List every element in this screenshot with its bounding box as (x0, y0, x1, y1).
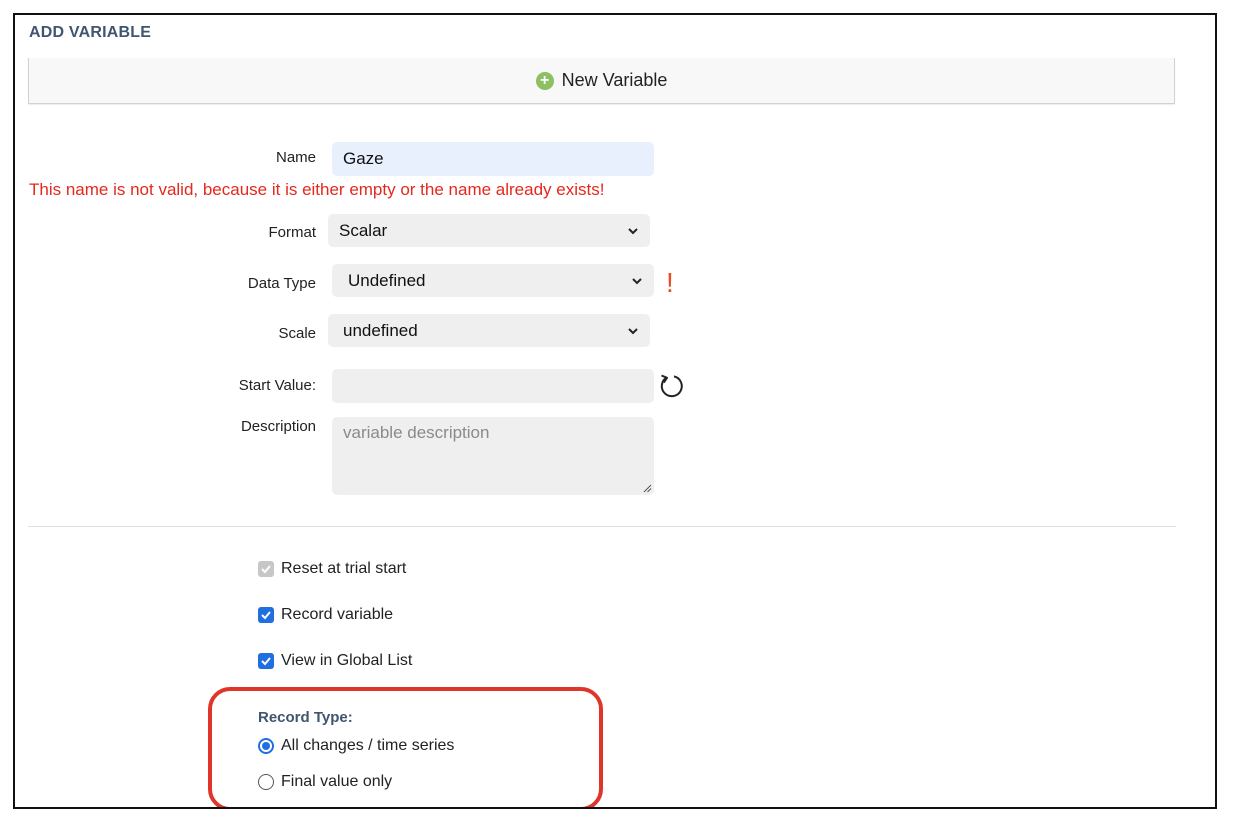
radio-selected-icon[interactable] (258, 738, 274, 754)
reset-at-trial-start-label: Reset at trial start (281, 560, 407, 577)
format-label: Format (268, 224, 316, 241)
description-textarea[interactable]: variable description (332, 417, 654, 495)
data-type-value: Undefined (348, 270, 426, 290)
warning-icon: ! (666, 267, 674, 298)
checkbox-checked-icon[interactable] (258, 653, 274, 669)
plus-circle-icon: + (535, 71, 554, 90)
record-type-option-final-value[interactable]: Final value only (258, 773, 392, 791)
record-type-title: Record Type: (258, 709, 353, 726)
description-label: Description (240, 418, 316, 435)
view-in-global-list-option[interactable]: View in Global List (258, 652, 412, 670)
resize-handle-icon[interactable] (643, 484, 652, 493)
record-type-option-time-series[interactable]: All changes / time series (258, 737, 454, 755)
chevron-down-icon (632, 277, 642, 284)
data-type-label: Data Type (247, 275, 316, 292)
scale-select[interactable]: undefined (328, 314, 650, 347)
description-placeholder: variable description (343, 423, 490, 442)
name-input[interactable]: Gaze (332, 142, 654, 176)
format-value: Scalar (339, 220, 388, 240)
record-type-option-label: Final value only (281, 773, 393, 790)
start-value-label: Start Value: (238, 377, 316, 394)
checkbox-checked-disabled-icon (258, 561, 274, 577)
scale-label: Scale (278, 325, 316, 342)
view-in-global-list-label: View in Global List (281, 652, 413, 669)
record-type-option-label: All changes / time series (281, 737, 455, 754)
scale-value: undefined (343, 320, 418, 340)
new-variable-button[interactable]: + New Variable (28, 58, 1175, 104)
radio-unselected-icon[interactable] (258, 774, 274, 790)
add-variable-panel: ADD VARIABLE + New Variable Name Gaze Th… (13, 13, 1217, 809)
name-label: Name (275, 149, 316, 166)
checkbox-checked-icon[interactable] (258, 607, 274, 623)
name-error-message: This name is not valid, because it is ei… (29, 180, 605, 199)
reset-at-trial-start-option: Reset at trial start (258, 560, 406, 578)
record-variable-option[interactable]: Record variable (258, 606, 393, 624)
data-type-select[interactable]: Undefined (332, 264, 654, 297)
section-title: ADD VARIABLE (29, 24, 152, 41)
divider (28, 526, 1176, 527)
refresh-icon[interactable] (657, 372, 685, 400)
record-variable-label: Record variable (281, 606, 394, 623)
format-select[interactable]: Scalar (328, 214, 650, 247)
start-value-input[interactable] (332, 369, 654, 403)
chevron-down-icon (628, 327, 638, 334)
chevron-down-icon (628, 227, 638, 234)
new-variable-label: New Variable (561, 70, 668, 90)
